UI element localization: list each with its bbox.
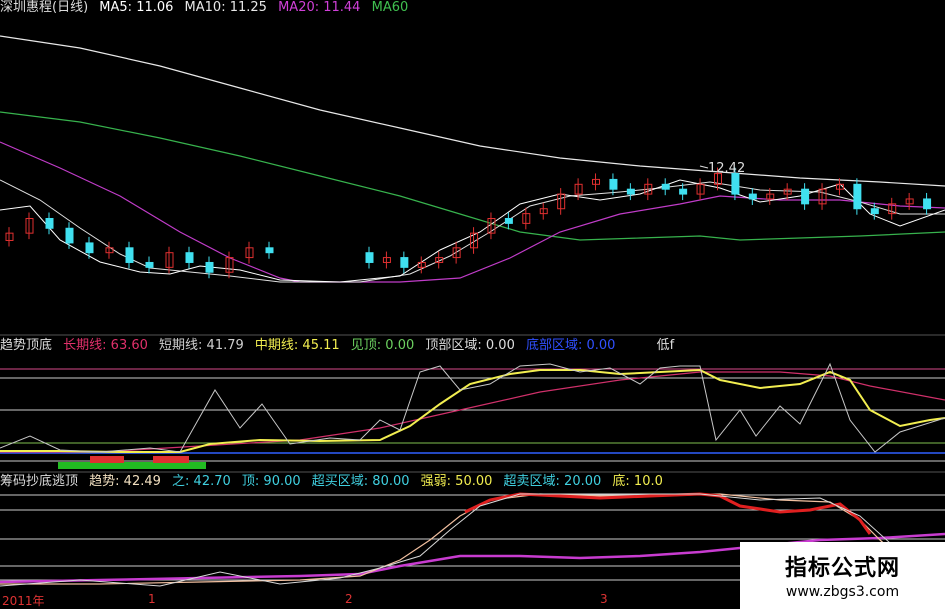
- candle-body: [85, 242, 94, 254]
- chip-title: 筹码抄底逃顶: [0, 474, 79, 489]
- ma30-line: [0, 111, 945, 241]
- mid-term-value: 中期线: 45.11: [254, 338, 340, 353]
- candle-body: [626, 188, 635, 195]
- short-term-line: [0, 362, 945, 453]
- candle-body: [205, 261, 214, 273]
- peak-price-label: 12.42: [708, 161, 745, 176]
- top-zone-value: 顶部区域: 0.00: [425, 338, 515, 353]
- chip-indicator-header: 筹码抄底逃顶 趋势: 42.49 之: 42.70 顶: 90.00 超买区域:…: [0, 474, 670, 490]
- candle-body: [801, 188, 810, 205]
- short-term-value: 短期线: 41.79: [159, 338, 244, 353]
- site-watermark: 指标公式网 www.zbgs3.com: [740, 542, 945, 609]
- candle-body: [661, 183, 670, 190]
- candle-body: [504, 218, 513, 224]
- signal-bar-1: [90, 456, 124, 463]
- watermark-url: www.zbgs3.com: [785, 584, 900, 600]
- oversold-value: 超卖区域: 20.00: [503, 474, 602, 489]
- ma60-line: [0, 35, 945, 187]
- bottom-zone-value: 底部区域: 0.00: [526, 338, 616, 353]
- candle-body: [400, 257, 409, 268]
- top-signal-value: 见顶: 0.00: [350, 338, 415, 353]
- candle-body: [365, 252, 374, 263]
- long-term-value: 长期线: 63.60: [63, 338, 148, 353]
- candle-body: [185, 252, 194, 263]
- candle-body: [731, 173, 740, 195]
- kline-canvas: 12.42: [0, 35, 945, 587]
- axis-month-2: 2: [345, 592, 353, 606]
- bottom-value: 底: 10.0: [612, 474, 663, 489]
- overbought-value: 超买区域: 80.00: [311, 474, 410, 489]
- trend-title: 趋势顶底: [0, 338, 53, 353]
- axis-year-label: 2011年: [2, 594, 45, 608]
- candle-body: [679, 188, 688, 195]
- candle-body: [609, 178, 618, 190]
- signal-bar-2: [153, 456, 189, 463]
- top-value: 顶: 90.00: [241, 474, 301, 489]
- candle-body: [125, 247, 134, 263]
- red-signal-line: [464, 492, 872, 535]
- candle-body: [923, 198, 932, 210]
- trend-value: 趋势: 42.49: [89, 474, 161, 489]
- bottom-zone-bar: [58, 462, 206, 469]
- candle-body: [853, 183, 862, 210]
- candle-body: [265, 247, 274, 254]
- strength-value: 强弱: 50.00: [420, 474, 493, 489]
- trend-indicator-header: 趋势顶底 长期线: 63.60 短期线: 41.79 中期线: 45.11 见顶…: [0, 338, 681, 354]
- watermark-name: 指标公式网: [784, 556, 900, 581]
- candle-body: [45, 218, 54, 229]
- candlesticks: [5, 167, 932, 279]
- candle-body: [145, 261, 154, 268]
- mid-term-line: [0, 368, 945, 453]
- candle-body: [65, 227, 74, 244]
- axis-month-1: 1: [148, 592, 156, 606]
- zhi-value: 之: 42.70: [172, 474, 231, 489]
- low-value: 低f: [656, 338, 675, 353]
- axis-month-3: 3: [600, 592, 608, 606]
- ma20-line: [0, 141, 945, 283]
- candle-body: [870, 208, 879, 215]
- candle-body: [748, 193, 757, 200]
